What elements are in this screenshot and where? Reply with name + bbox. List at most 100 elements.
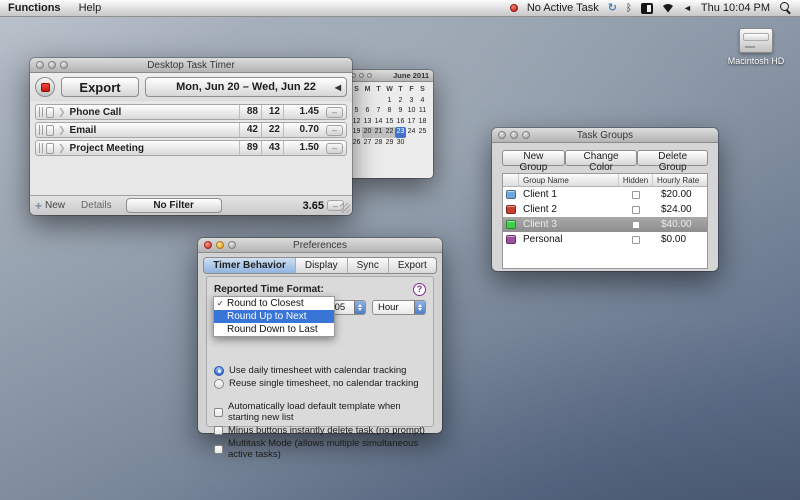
radio-icon[interactable] bbox=[214, 378, 224, 389]
day-cell-range[interactable]: 20 bbox=[362, 127, 373, 138]
radio-selected-icon[interactable] bbox=[214, 365, 224, 376]
day-cell[interactable]: 2 bbox=[395, 96, 406, 107]
menu-help[interactable]: Help bbox=[70, 2, 111, 14]
day-cell[interactable] bbox=[417, 138, 428, 149]
expand-chevron-icon[interactable]: ❯ bbox=[58, 125, 66, 136]
new-group-button[interactable]: New Group bbox=[502, 150, 565, 173]
color-column-header[interactable] bbox=[503, 174, 519, 186]
hidden-column-header[interactable]: Hidden bbox=[619, 174, 653, 186]
radio-option[interactable]: Reuse single timesheet, no calendar trac… bbox=[214, 378, 426, 389]
tab-display[interactable]: Display bbox=[294, 258, 347, 273]
delete-task-button[interactable]: – bbox=[326, 124, 343, 136]
day-cell[interactable]: 9 bbox=[395, 106, 406, 117]
menu-item-round-closest[interactable]: ✓ Round to Closest bbox=[214, 297, 334, 310]
day-cell[interactable]: 30 bbox=[395, 138, 406, 149]
delete-task-button[interactable]: – bbox=[326, 106, 343, 118]
hidden-checkbox[interactable] bbox=[632, 220, 640, 229]
group-color-swatch[interactable] bbox=[506, 190, 516, 199]
tab-sync[interactable]: Sync bbox=[346, 258, 388, 273]
day-cell[interactable]: 8 bbox=[384, 106, 395, 117]
group-row-selected[interactable]: Client 3 $40.00 bbox=[503, 217, 707, 232]
checkbox-option[interactable]: Multitask Mode (allows multiple simultan… bbox=[214, 438, 426, 460]
delete-group-button[interactable]: Delete Group bbox=[637, 150, 708, 173]
menu-functions[interactable]: Functions bbox=[0, 2, 70, 14]
day-cell[interactable]: 29 bbox=[384, 138, 395, 149]
zoom-button[interactable] bbox=[60, 61, 68, 69]
zoom-button[interactable] bbox=[228, 241, 236, 249]
drag-grip-icon[interactable] bbox=[39, 143, 43, 153]
day-cell[interactable]: 1 bbox=[384, 96, 395, 107]
day-cell[interactable] bbox=[362, 96, 373, 107]
day-cell-range[interactable]: 22 bbox=[384, 127, 395, 138]
resize-grip[interactable] bbox=[340, 203, 350, 213]
export-button[interactable]: Export bbox=[61, 77, 139, 97]
group-row[interactable]: Client 2 $24.00 bbox=[503, 202, 707, 217]
day-cell[interactable]: 14 bbox=[373, 117, 384, 128]
checkbox-icon[interactable] bbox=[214, 407, 223, 417]
preferences-titlebar[interactable]: Preferences bbox=[198, 238, 442, 253]
minimize-button[interactable] bbox=[510, 131, 518, 139]
day-cell-selected[interactable]: 23 bbox=[395, 127, 406, 138]
day-cell[interactable]: 26 bbox=[351, 138, 362, 149]
task-toggle-button[interactable] bbox=[46, 106, 54, 118]
tab-export[interactable]: Export bbox=[387, 258, 436, 273]
day-cell[interactable]: 4 bbox=[417, 96, 428, 107]
calendar-titlebar[interactable]: June 2011 bbox=[348, 70, 433, 82]
stop-timer-button[interactable] bbox=[35, 77, 55, 97]
hidden-checkbox[interactable] bbox=[632, 190, 640, 199]
day-cell[interactable]: 3 bbox=[406, 96, 417, 107]
day-cell[interactable]: 10 bbox=[406, 106, 417, 117]
expand-chevron-icon[interactable]: ❯ bbox=[58, 107, 66, 118]
menu-bar-clock[interactable]: Thu 10:04 PM bbox=[701, 2, 770, 14]
date-range-button[interactable]: Mon, Jun 20 – Wed, Jun 22 ◀ bbox=[145, 77, 347, 97]
menu-item-round-up[interactable]: Round Up to Next bbox=[214, 310, 334, 323]
day-cell[interactable]: 24 bbox=[406, 127, 417, 138]
stepper-icon[interactable] bbox=[354, 301, 365, 314]
close-button[interactable] bbox=[498, 131, 506, 139]
hidden-checkbox[interactable] bbox=[632, 205, 640, 214]
checkbox-option[interactable]: Minus buttons instantly delete task (no … bbox=[214, 425, 426, 436]
day-cell[interactable]: 25 bbox=[417, 127, 428, 138]
day-cell[interactable]: 17 bbox=[406, 117, 417, 128]
checkbox-icon[interactable] bbox=[214, 426, 223, 435]
day-cell[interactable]: 5 bbox=[351, 106, 362, 117]
macintosh-hd-icon[interactable]: Macintosh HD bbox=[727, 28, 785, 66]
checkbox-icon[interactable] bbox=[214, 444, 223, 454]
stepper-icon[interactable] bbox=[414, 301, 425, 314]
day-cell[interactable]: 19 bbox=[351, 127, 362, 138]
minimize-button[interactable] bbox=[359, 73, 364, 78]
details-button[interactable]: Details bbox=[81, 200, 112, 211]
zoom-button[interactable] bbox=[367, 73, 372, 78]
group-row[interactable]: Personal $0.00 bbox=[503, 232, 707, 247]
group-color-swatch[interactable] bbox=[506, 235, 516, 244]
rate-column-header[interactable]: Hourly Rate bbox=[653, 174, 707, 186]
bluetooth-icon[interactable]: ᛒ bbox=[626, 3, 632, 14]
task-groups-titlebar[interactable]: Task Groups bbox=[492, 128, 718, 143]
timer-titlebar[interactable]: Desktop Task Timer bbox=[30, 58, 352, 73]
day-cell[interactable]: 12 bbox=[351, 117, 362, 128]
hidden-checkbox[interactable] bbox=[632, 235, 640, 244]
group-row[interactable]: Client 1 $20.00 bbox=[503, 187, 707, 202]
day-cell[interactable]: 16 bbox=[395, 117, 406, 128]
spotlight-icon[interactable] bbox=[779, 1, 792, 15]
menu-item-round-down[interactable]: Round Down to Last bbox=[214, 323, 334, 336]
volume-icon[interactable]: ◄ bbox=[683, 3, 692, 14]
day-cell[interactable] bbox=[373, 96, 384, 107]
day-cell[interactable]: 18 bbox=[417, 117, 428, 128]
day-cell[interactable]: 28 bbox=[373, 138, 384, 149]
change-color-button[interactable]: Change Color bbox=[564, 150, 638, 173]
day-cell[interactable]: 15 bbox=[384, 117, 395, 128]
sync-icon[interactable]: ↻ bbox=[608, 2, 617, 14]
group-color-swatch[interactable] bbox=[506, 205, 516, 214]
day-cell-range[interactable]: 21 bbox=[373, 127, 384, 138]
checkbox-option[interactable]: Automatically load default template when… bbox=[214, 401, 426, 423]
tab-timer-behavior[interactable]: Timer Behavior bbox=[204, 258, 295, 273]
day-cell[interactable]: 6 bbox=[362, 106, 373, 117]
day-cell[interactable] bbox=[351, 96, 362, 107]
help-button[interactable]: ? bbox=[413, 283, 426, 296]
delete-task-button[interactable]: – bbox=[326, 142, 343, 154]
day-cell[interactable]: 27 bbox=[362, 138, 373, 149]
minimize-button[interactable] bbox=[216, 241, 224, 249]
active-task-label[interactable]: No Active Task bbox=[527, 2, 599, 14]
task-toggle-button[interactable] bbox=[46, 142, 54, 154]
